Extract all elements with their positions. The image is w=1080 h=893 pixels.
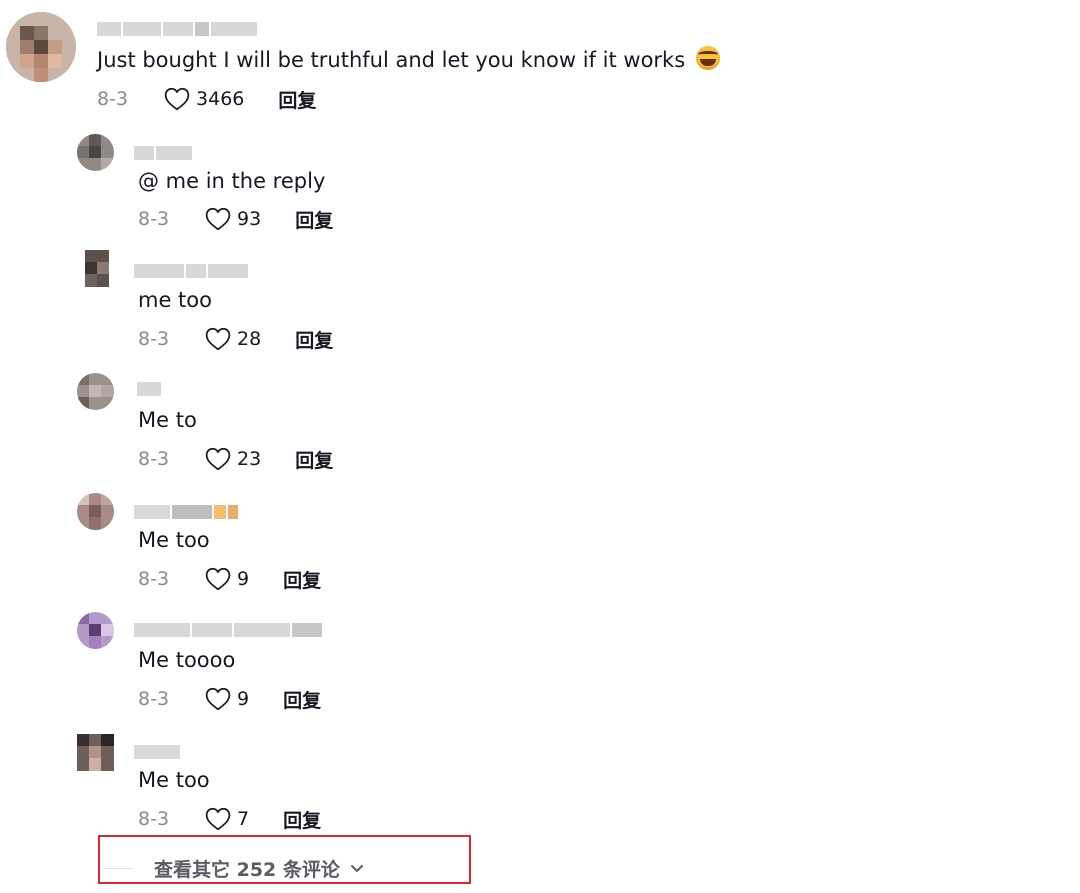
like-button[interactable]: 23 — [205, 447, 261, 471]
comment-date: 8-3 — [138, 808, 170, 830]
comment-meta: 8-3 93 回复 — [138, 206, 333, 232]
avatar[interactable] — [77, 134, 114, 171]
avatar[interactable] — [6, 12, 76, 82]
heart-outline-icon — [205, 447, 231, 471]
heart-outline-icon — [205, 687, 231, 711]
like-count: 3466 — [196, 88, 245, 110]
comment-date: 8-3 — [138, 328, 170, 350]
reply-button[interactable]: 回复 — [278, 86, 316, 113]
like-count: 23 — [237, 448, 262, 470]
reply-comment: me too 8-3 28 回复 — [0, 250, 1080, 370]
username-blurred[interactable] — [134, 745, 180, 759]
avatar[interactable] — [77, 373, 114, 410]
comment-meta: 8-3 9 回复 — [138, 566, 321, 592]
like-button[interactable]: 28 — [205, 327, 261, 351]
laughing-tears-emoji-icon — [695, 46, 720, 70]
username-blurred[interactable] — [134, 623, 322, 637]
reply-comment: Me to 8-3 23 回复 — [0, 373, 1080, 493]
heart-outline-icon — [205, 207, 231, 231]
comment-text: me too — [138, 288, 212, 312]
like-button[interactable]: 7 — [205, 807, 249, 831]
comment-meta: 8-3 9 回复 — [138, 686, 321, 712]
comment-text: Me too — [138, 768, 210, 792]
like-count: 9 — [237, 688, 250, 710]
reply-comment: @ me in the reply 8-3 93 回复 — [0, 134, 1080, 254]
avatar[interactable] — [77, 493, 114, 530]
heart-outline-icon — [164, 87, 190, 111]
comment-date: 8-3 — [97, 88, 129, 110]
comment-meta: 8-3 28 回复 — [138, 326, 333, 352]
comment-meta: 8-3 7 回复 — [138, 806, 321, 832]
reply-button[interactable]: 回复 — [283, 806, 321, 833]
like-button[interactable]: 3466 — [164, 87, 244, 111]
comment-text: @ me in the reply — [138, 169, 326, 193]
avatar[interactable] — [85, 250, 109, 287]
reply-button[interactable]: 回复 — [295, 326, 333, 353]
comment-date: 8-3 — [138, 208, 170, 230]
comment-date: 8-3 — [138, 688, 170, 710]
reply-button[interactable]: 回复 — [295, 446, 333, 473]
reply-button[interactable]: 回复 — [295, 206, 333, 233]
comment-text-content: Just bought I will be truthful and let y… — [97, 48, 686, 72]
username-blurred[interactable] — [134, 505, 238, 519]
like-button[interactable]: 9 — [205, 567, 249, 591]
comment-text: Just bought I will be truthful and let y… — [97, 46, 720, 73]
username-blurred[interactable] — [137, 382, 161, 396]
comment-meta: 8-3 3466 回复 — [97, 86, 316, 112]
comment-text: Me to — [138, 408, 197, 432]
like-button[interactable]: 9 — [205, 687, 249, 711]
reply-button[interactable]: 回复 — [283, 686, 321, 713]
reply-button[interactable]: 回复 — [283, 566, 321, 593]
like-count: 28 — [237, 328, 262, 350]
avatar[interactable] — [77, 612, 114, 649]
highlight-box — [98, 835, 471, 884]
username-blurred[interactable] — [134, 146, 192, 160]
heart-outline-icon — [205, 327, 231, 351]
comment-date: 8-3 — [138, 448, 170, 470]
avatar[interactable] — [77, 734, 114, 771]
like-count: 7 — [237, 808, 250, 830]
reply-comment: Me too 8-3 9 回复 — [0, 493, 1080, 613]
heart-outline-icon — [205, 807, 231, 831]
comment-text: Me too — [138, 528, 210, 552]
comment-date: 8-3 — [138, 568, 170, 590]
comment-text: Me toooo — [138, 648, 236, 672]
username-blurred[interactable] — [134, 264, 248, 278]
like-count: 93 — [237, 208, 262, 230]
comment-meta: 8-3 23 回复 — [138, 446, 333, 472]
like-count: 9 — [237, 568, 250, 590]
heart-outline-icon — [205, 567, 231, 591]
username-blurred[interactable] — [97, 22, 257, 36]
like-button[interactable]: 93 — [205, 207, 261, 231]
reply-comment: Me toooo 8-3 9 回复 — [0, 612, 1080, 732]
